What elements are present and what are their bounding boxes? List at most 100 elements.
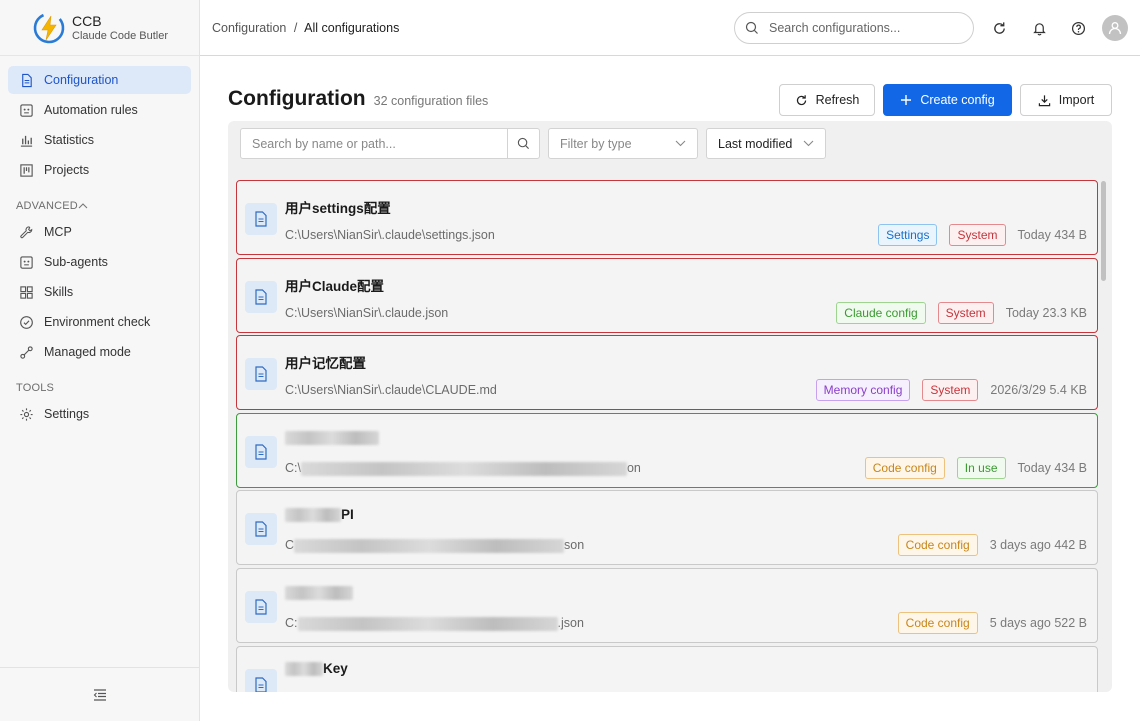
file-count: 32 configuration files (373, 94, 489, 108)
user-icon (1108, 22, 1122, 35)
sidebar: CCB Claude Code Butler Configuration Aut… (0, 0, 200, 721)
sort-value: Last modified (718, 136, 793, 151)
config-path: C: .json (285, 616, 584, 631)
sidebar-item-label: Automation rules (44, 103, 138, 117)
config-title (285, 585, 353, 601)
create-config-button[interactable]: Create config (883, 84, 1012, 116)
bell-icon[interactable] (1029, 18, 1049, 38)
import-button[interactable]: Import (1020, 84, 1112, 116)
sidebar-item-statistics[interactable]: Statistics (8, 126, 191, 154)
system-tag: System (937, 302, 994, 324)
document-icon (245, 358, 277, 390)
advanced-label: ADVANCED (16, 200, 78, 212)
bar-chart-icon (18, 132, 34, 148)
refresh-button[interactable]: Refresh (779, 84, 875, 116)
config-card[interactable]: PI Cson Code config 3 days ago 442 B (236, 490, 1098, 565)
lightning-logo-icon (33, 12, 65, 43)
help-icon[interactable] (1068, 18, 1088, 38)
type-filter-select[interactable]: Filter by type (548, 128, 698, 159)
file-icon (18, 72, 34, 88)
config-title: 用户Claude配置 (285, 279, 385, 294)
type-tag: Claude config (836, 302, 926, 324)
breadcrumb-root[interactable]: Configuration (212, 21, 286, 35)
import-label: Import (1058, 93, 1095, 107)
refresh-icon[interactable] (989, 18, 1009, 38)
chevron-down-icon (803, 140, 814, 147)
sidebar-item-environment-check[interactable]: Environment check (8, 308, 191, 336)
title-suffix: PI (341, 507, 354, 522)
config-path: C:\ on (285, 461, 641, 476)
path-suffix: son (564, 538, 585, 552)
robot-icon (18, 102, 34, 118)
config-search-input[interactable] (241, 129, 507, 158)
config-path: C:\Users\NianSir\.claude.json (285, 306, 449, 320)
config-card[interactable]: 用户记忆配置 C:\Users\NianSir\.claude\CLAUDE.m… (236, 335, 1098, 410)
redacted-text (285, 586, 353, 601)
config-card[interactable]: 用户Claude配置 C:\Users\NianSir\.claude.json… (236, 258, 1098, 333)
advanced-section-toggle[interactable]: ADVANCED (0, 186, 199, 218)
sidebar-item-label: Settings (44, 407, 90, 421)
config-card[interactable]: C: .json Code config 5 days ago 522 B (236, 568, 1098, 643)
config-path: C:\Users\NianSir\.claude\settings.json (285, 228, 495, 242)
list-scrollbar[interactable] (1101, 181, 1106, 281)
sidebar-item-sub-agents[interactable]: Sub-agents (8, 248, 191, 276)
sidebar-item-label: Configuration (44, 73, 119, 87)
sidebar-item-settings[interactable]: Settings (8, 400, 191, 428)
config-title: 用户记忆配置 (285, 356, 366, 371)
path-prefix: C (285, 538, 295, 552)
type-tag: Code config (897, 534, 978, 556)
config-card[interactable]: 用户settings配置 C:\Users\NianSir\.claude\se… (236, 180, 1098, 255)
config-title: PI (285, 507, 354, 523)
type-tag: Code config (864, 457, 945, 479)
type-tag: Settings (878, 224, 938, 246)
collapse-menu-icon (93, 688, 106, 701)
config-meta: 5 days ago 522 B (989, 616, 1087, 630)
search-icon (517, 137, 530, 150)
system-tag: System (949, 224, 1006, 246)
sidebar-item-label: Projects (44, 163, 90, 177)
brand-subtitle: Claude Code Butler (72, 29, 169, 42)
config-meta: Today 434 B (1017, 228, 1088, 242)
avatar[interactable] (1102, 15, 1128, 41)
breadcrumb: Configuration / All configurations (212, 21, 399, 35)
config-card[interactable]: Key (236, 646, 1098, 692)
global-search[interactable] (734, 12, 974, 44)
page-title: Configuration (228, 87, 366, 110)
kanban-icon (18, 162, 34, 178)
in-use-tag: In use (956, 457, 1006, 479)
filter-bar: Filter by type Last modified (228, 121, 1112, 168)
config-card[interactable]: C:\ on Code config In use Today 434 B (236, 413, 1098, 488)
gear-icon (18, 406, 34, 422)
create-config-label: Create config (920, 93, 995, 107)
config-search-button[interactable] (507, 129, 539, 158)
robot-icon (18, 254, 34, 270)
config-list: 用户settings配置 C:\Users\NianSir\.claude\se… (228, 168, 1112, 692)
config-meta: 2026/3/29 5.4 KB (990, 383, 1087, 397)
path-prefix: C: (285, 616, 298, 630)
collapse-sidebar-button[interactable] (0, 667, 199, 721)
sidebar-item-automation-rules[interactable]: Automation rules (8, 96, 191, 124)
brand-name: CCB (72, 12, 102, 29)
config-path: Cson (285, 538, 584, 553)
global-search-input[interactable] (769, 21, 959, 35)
sidebar-item-configuration[interactable]: Configuration (8, 66, 191, 94)
breadcrumb-separator: / (293, 20, 298, 35)
chevron-down-icon (675, 140, 686, 147)
brand[interactable]: CCB Claude Code Butler (0, 0, 199, 56)
type-filter-placeholder: Filter by type (560, 136, 632, 151)
sidebar-item-label: Statistics (44, 133, 95, 147)
title-suffix: Key (323, 661, 348, 676)
sidebar-item-mcp[interactable]: MCP (8, 218, 191, 246)
sidebar-item-skills[interactable]: Skills (8, 278, 191, 306)
main-content: Configuration 32 configuration files Ref… (200, 57, 1140, 721)
config-meta: Today 23.3 KB (1005, 306, 1087, 320)
document-icon (245, 436, 277, 468)
tools-section-label: TOOLS (16, 382, 55, 394)
sidebar-item-label: Skills (44, 285, 74, 299)
sidebar-item-label: Environment check (44, 315, 151, 329)
sort-select[interactable]: Last modified (706, 128, 826, 159)
sidebar-item-projects[interactable]: Projects (8, 156, 191, 184)
config-title: 用户settings配置 (285, 201, 391, 216)
redacted-text (300, 461, 627, 476)
sidebar-item-managed-mode[interactable]: Managed mode (8, 338, 191, 366)
